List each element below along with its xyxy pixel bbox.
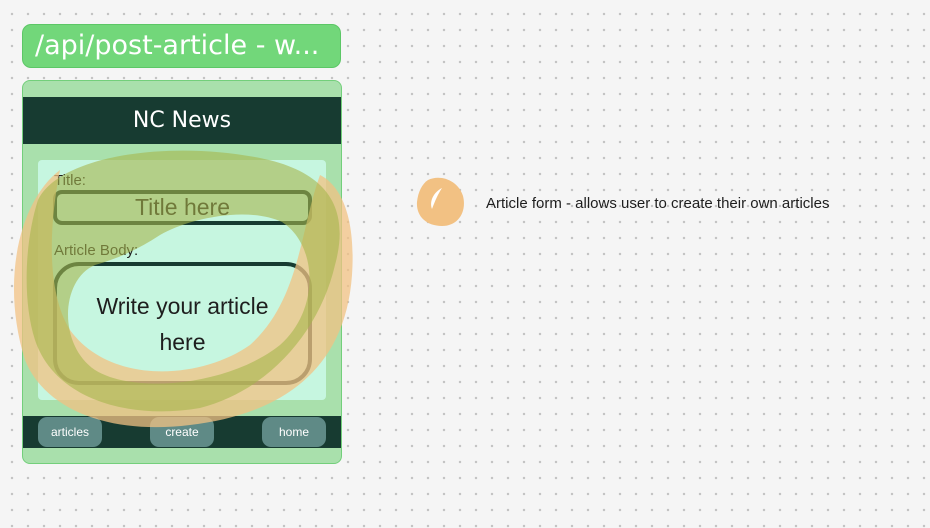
article-form: Title: Title here Article Body: Write yo… [38,160,326,400]
title-label: Title: [54,172,86,189]
annotation-text: Article form - allows user to create the… [486,195,830,212]
frame-label[interactable]: /api/post-article - w... [22,24,341,68]
annotation-marker-icon [416,177,464,226]
article-body-input[interactable]: Write your article here [53,262,312,385]
phone-frame: NC News Title: Title here Article Body: … [22,80,342,464]
title-input[interactable]: Title here [53,190,312,225]
nav-articles-button[interactable]: articles [38,417,102,447]
nav-home-button[interactable]: home [262,417,326,447]
app-header: NC News [23,97,341,144]
article-body-label: Article Body: [54,242,139,259]
nav-create-button[interactable]: create [150,417,214,447]
bottom-nav: articles create home [23,416,341,448]
